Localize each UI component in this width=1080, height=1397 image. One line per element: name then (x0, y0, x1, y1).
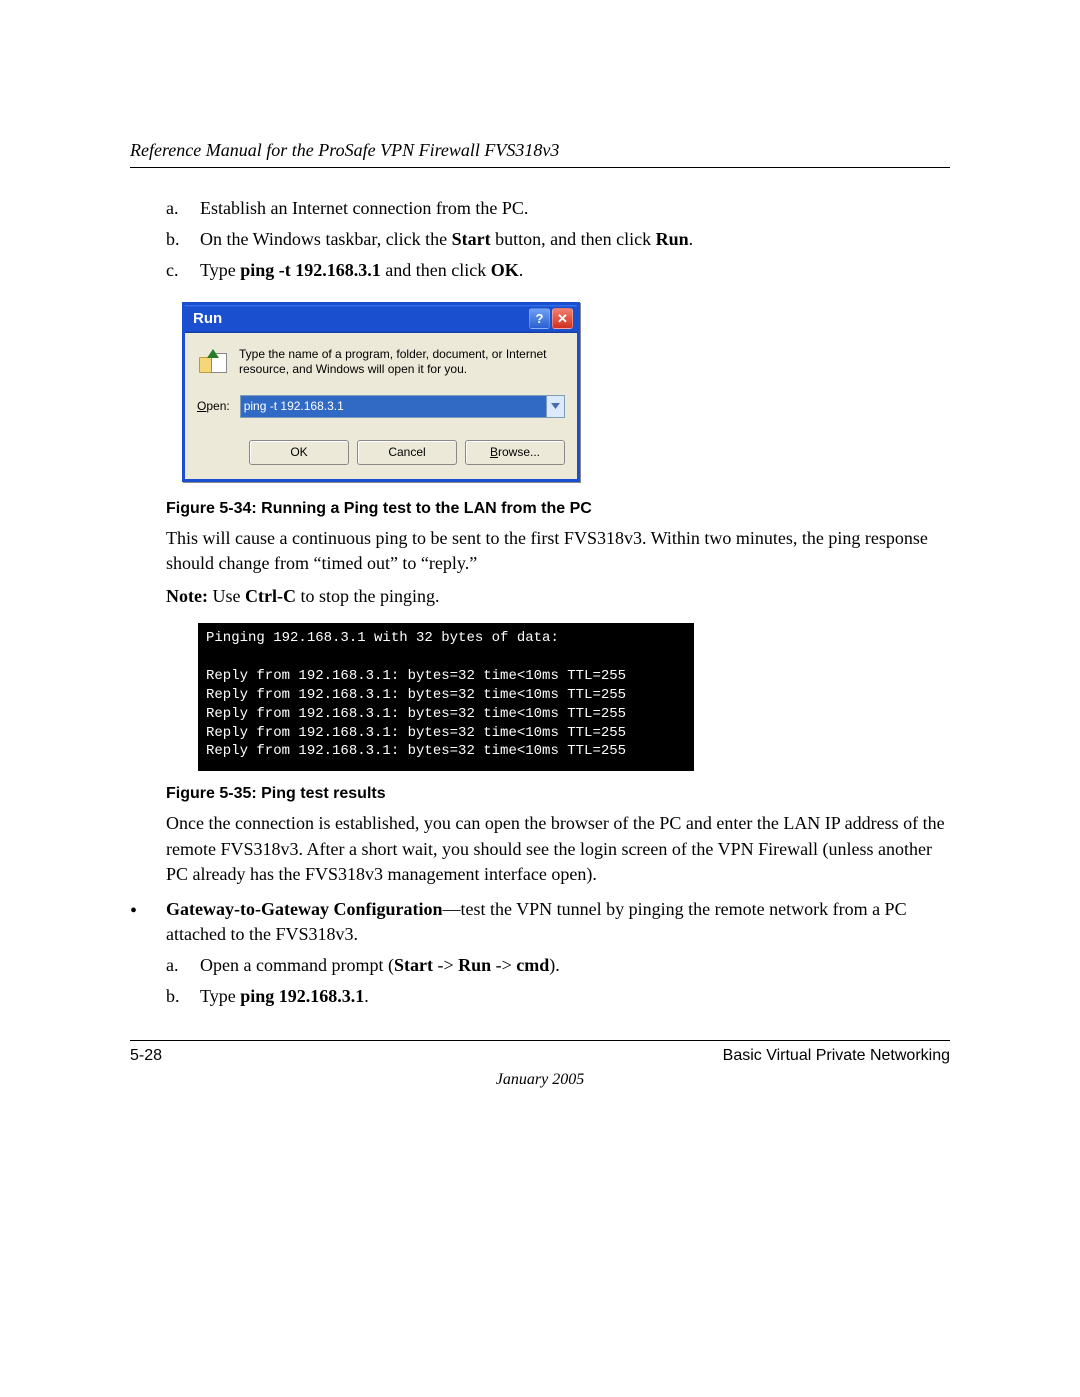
step-c-ok: OK (491, 260, 519, 280)
step-c-cmd: ping -t 192.168.3.1 (240, 260, 381, 280)
document-page: Reference Manual for the ProSafe VPN Fir… (0, 0, 1080, 1169)
run-titlebar[interactable]: Run ? ✕ (185, 305, 577, 333)
step-b-post: . (689, 229, 694, 249)
step-a-body: Establish an Internet connection from th… (200, 196, 950, 221)
run-description: Type the name of a program, folder, docu… (239, 347, 565, 378)
gw-step-b-body: Type ping 192.168.3.1. (200, 984, 950, 1009)
ping-terminal-output: Pinging 192.168.3.1 with 32 bytes of dat… (198, 623, 694, 771)
gw-a-run: Run (458, 955, 491, 975)
help-icon: ? (536, 311, 544, 326)
gw-step-a: a. Open a command prompt (Start -> Run -… (130, 953, 950, 978)
note-pre: Use (208, 586, 245, 606)
browse-button[interactable]: Browse... (465, 440, 565, 465)
gw-b-post: . (364, 986, 369, 1006)
ok-button[interactable]: OK (249, 440, 349, 465)
term-l6: Reply from 192.168.3.1: bytes=32 time<10… (206, 743, 626, 759)
cancel-button[interactable]: Cancel (357, 440, 457, 465)
gateway-bullet-body: Gateway-to-Gateway Configuration—test th… (166, 897, 950, 947)
figure-5-35-caption: Figure 5-35: Ping test results (166, 785, 950, 803)
step-b-mid: button, and then click (491, 229, 656, 249)
term-l4: Reply from 192.168.3.1: bytes=32 time<10… (206, 706, 626, 722)
step-b: b. On the Windows taskbar, click the Sta… (130, 227, 950, 252)
gw-a-a2: -> (491, 955, 516, 975)
gw-a-start: Start (394, 955, 433, 975)
gateway-bold: Gateway-to-Gateway Configuration (166, 899, 442, 919)
open-label: Open: (197, 399, 230, 413)
gw-a-cmd: cmd (516, 955, 549, 975)
open-combobox[interactable]: ping -t 192.168.3.1 (240, 395, 565, 418)
gateway-bullet: • Gateway-to-Gateway Configuration—test … (130, 897, 950, 947)
gw-a-post: ). (549, 955, 560, 975)
step-c-pre: Type (200, 260, 240, 280)
term-l5: Reply from 192.168.3.1: bytes=32 time<10… (206, 725, 626, 741)
step-b-pre: On the Windows taskbar, click the (200, 229, 452, 249)
browse-underline: B (490, 445, 498, 459)
step-b-body: On the Windows taskbar, click the Start … (200, 227, 950, 252)
chevron-down-icon (551, 403, 560, 409)
term-l2: Reply from 192.168.3.1: bytes=32 time<10… (206, 668, 626, 684)
gw-step-a-body: Open a command prompt (Start -> Run -> c… (200, 953, 950, 978)
close-icon: ✕ (557, 311, 568, 327)
footer-row: 5-28 Basic Virtual Private Networking (130, 1047, 950, 1065)
term-l0: Pinging 192.168.3.1 with 32 bytes of dat… (206, 630, 559, 646)
browse-rest: rowse... (498, 445, 540, 459)
note-label: Note: (166, 586, 208, 606)
help-button[interactable]: ? (529, 308, 550, 329)
run-dialog-body: Type the name of a program, folder, docu… (185, 333, 577, 479)
note-cmd: Ctrl-C (245, 586, 296, 606)
step-c-mid: and then click (381, 260, 491, 280)
figure-5-34-caption: Figure 5-34: Running a Ping test to the … (166, 500, 950, 518)
run-button-row: OK Cancel Browse... (197, 440, 565, 465)
run-program-icon (197, 347, 229, 379)
open-label-rest: pen: (206, 399, 229, 413)
para-after-fig35: Once the connection is established, you … (166, 811, 950, 887)
step-a-marker: a. (166, 196, 200, 221)
step-b-marker: b. (166, 227, 200, 252)
step-b-start: Start (452, 229, 491, 249)
combobox-dropdown-button[interactable] (546, 396, 564, 417)
note-post: to stop the pinging. (296, 586, 440, 606)
gw-b-cmd: ping 192.168.3.1 (240, 986, 364, 1006)
gw-step-b-marker: b. (166, 984, 200, 1009)
close-button[interactable]: ✕ (552, 308, 573, 329)
run-dialog-title: Run (193, 310, 527, 327)
gw-step-b: b. Type ping 192.168.3.1. (130, 984, 950, 1009)
step-c-post: . (519, 260, 524, 280)
gw-step-a-marker: a. (166, 953, 200, 978)
step-a: a. Establish an Internet connection from… (130, 196, 950, 221)
para-after-fig34: This will cause a continuous ping to be … (166, 526, 950, 576)
section-title: Basic Virtual Private Networking (723, 1047, 950, 1065)
open-input[interactable]: ping -t 192.168.3.1 (241, 396, 546, 417)
header-rule (130, 167, 950, 168)
page-number: 5-28 (130, 1047, 162, 1065)
open-label-underline: O (197, 399, 206, 413)
bullet-dot-icon: • (130, 897, 166, 947)
gw-a-pre: Open a command prompt ( (200, 955, 394, 975)
run-dialog: Run ? ✕ Type the name of a program, fold… (182, 302, 580, 482)
note-line: Note: Use Ctrl-C to stop the pinging. (166, 584, 950, 609)
footer-rule (130, 1040, 950, 1041)
gw-b-pre: Type (200, 986, 240, 1006)
footer-date: January 2005 (130, 1071, 950, 1089)
term-l3: Reply from 192.168.3.1: bytes=32 time<10… (206, 687, 626, 703)
step-c-body: Type ping -t 192.168.3.1 and then click … (200, 258, 950, 283)
page-header-title: Reference Manual for the ProSafe VPN Fir… (130, 140, 950, 161)
step-c: c. Type ping -t 192.168.3.1 and then cli… (130, 258, 950, 283)
gw-a-a1: -> (433, 955, 458, 975)
step-c-marker: c. (166, 258, 200, 283)
step-b-run: Run (656, 229, 689, 249)
